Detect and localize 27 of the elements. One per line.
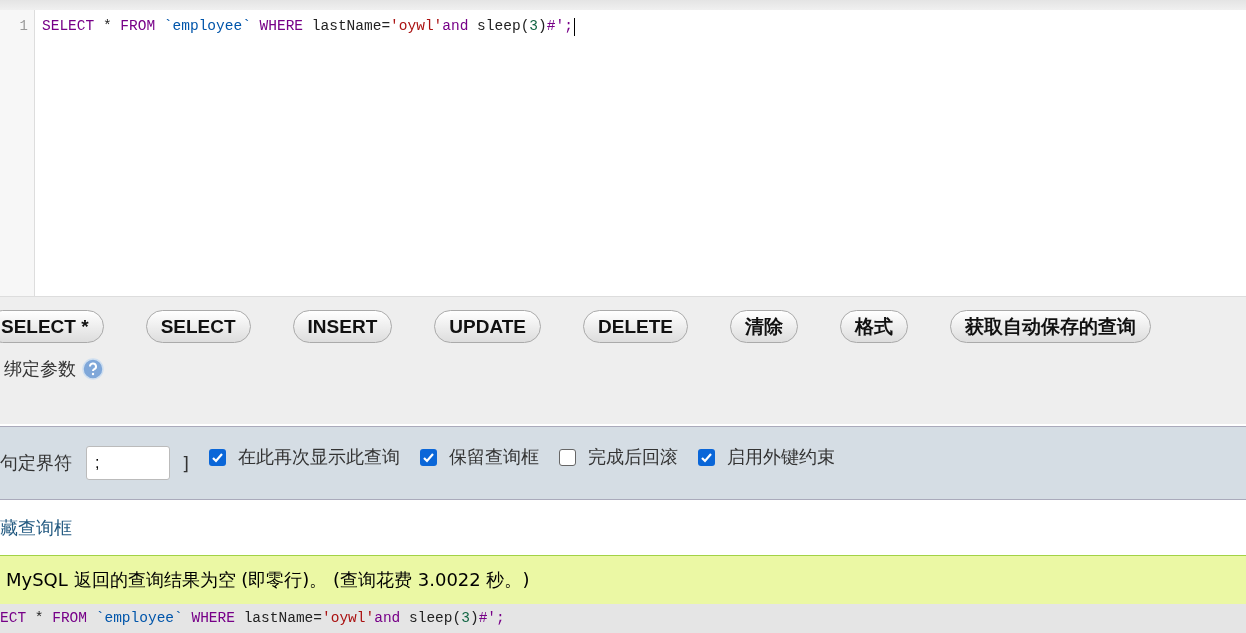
- checkbox-label: 完成后回滚: [588, 445, 679, 469]
- sql-editor[interactable]: 1 SELECT * FROM `employee` WHERE lastName='oywl'and sleep(3)#';: [0, 10, 1246, 297]
- query-button[interactable]: 格式: [839, 310, 908, 343]
- delimiter-field[interactable]: ;: [86, 446, 170, 480]
- query-button[interactable]: INSERT: [292, 310, 393, 343]
- message-text: MySQL 返回的查询结果为空 (即零行)。 (查询花费 3.0022 秒。): [6, 568, 530, 592]
- query-button[interactable]: 清除: [729, 310, 798, 343]
- checkbox[interactable]: [209, 448, 227, 466]
- query-button[interactable]: 获取自动保存的查询: [949, 310, 1151, 343]
- checkbox[interactable]: [559, 448, 577, 466]
- hide-query-link[interactable]: 藏查询框: [0, 515, 72, 540]
- text-cursor: [573, 18, 575, 36]
- checkbox-label: 启用外键约束: [727, 445, 836, 469]
- line-number: 1: [19, 17, 29, 36]
- delimiter-label: 句定界符: [0, 451, 72, 475]
- bracket-text: ]: [182, 452, 190, 474]
- checkbox-label: 保留查询框: [449, 445, 540, 469]
- checkbox[interactable]: [420, 448, 438, 466]
- checkbox[interactable]: [698, 448, 716, 466]
- query-echo: ECT * FROM `employee` WHERE lastName='oywl'and sleep(3)#';: [0, 610, 505, 626]
- query-button[interactable]: UPDATE: [434, 310, 541, 343]
- query-button[interactable]: SELECT *: [0, 310, 104, 343]
- code-line: SELECT * FROM `employee` WHERE lastName='oywl'and sleep(3)#';: [42, 18, 573, 34]
- query-button[interactable]: SELECT: [145, 310, 251, 343]
- query-button[interactable]: DELETE: [583, 310, 688, 343]
- bind-parameters-label: 绑定参数: [4, 357, 76, 381]
- checkbox-label: 在此再次显示此查询: [238, 445, 401, 469]
